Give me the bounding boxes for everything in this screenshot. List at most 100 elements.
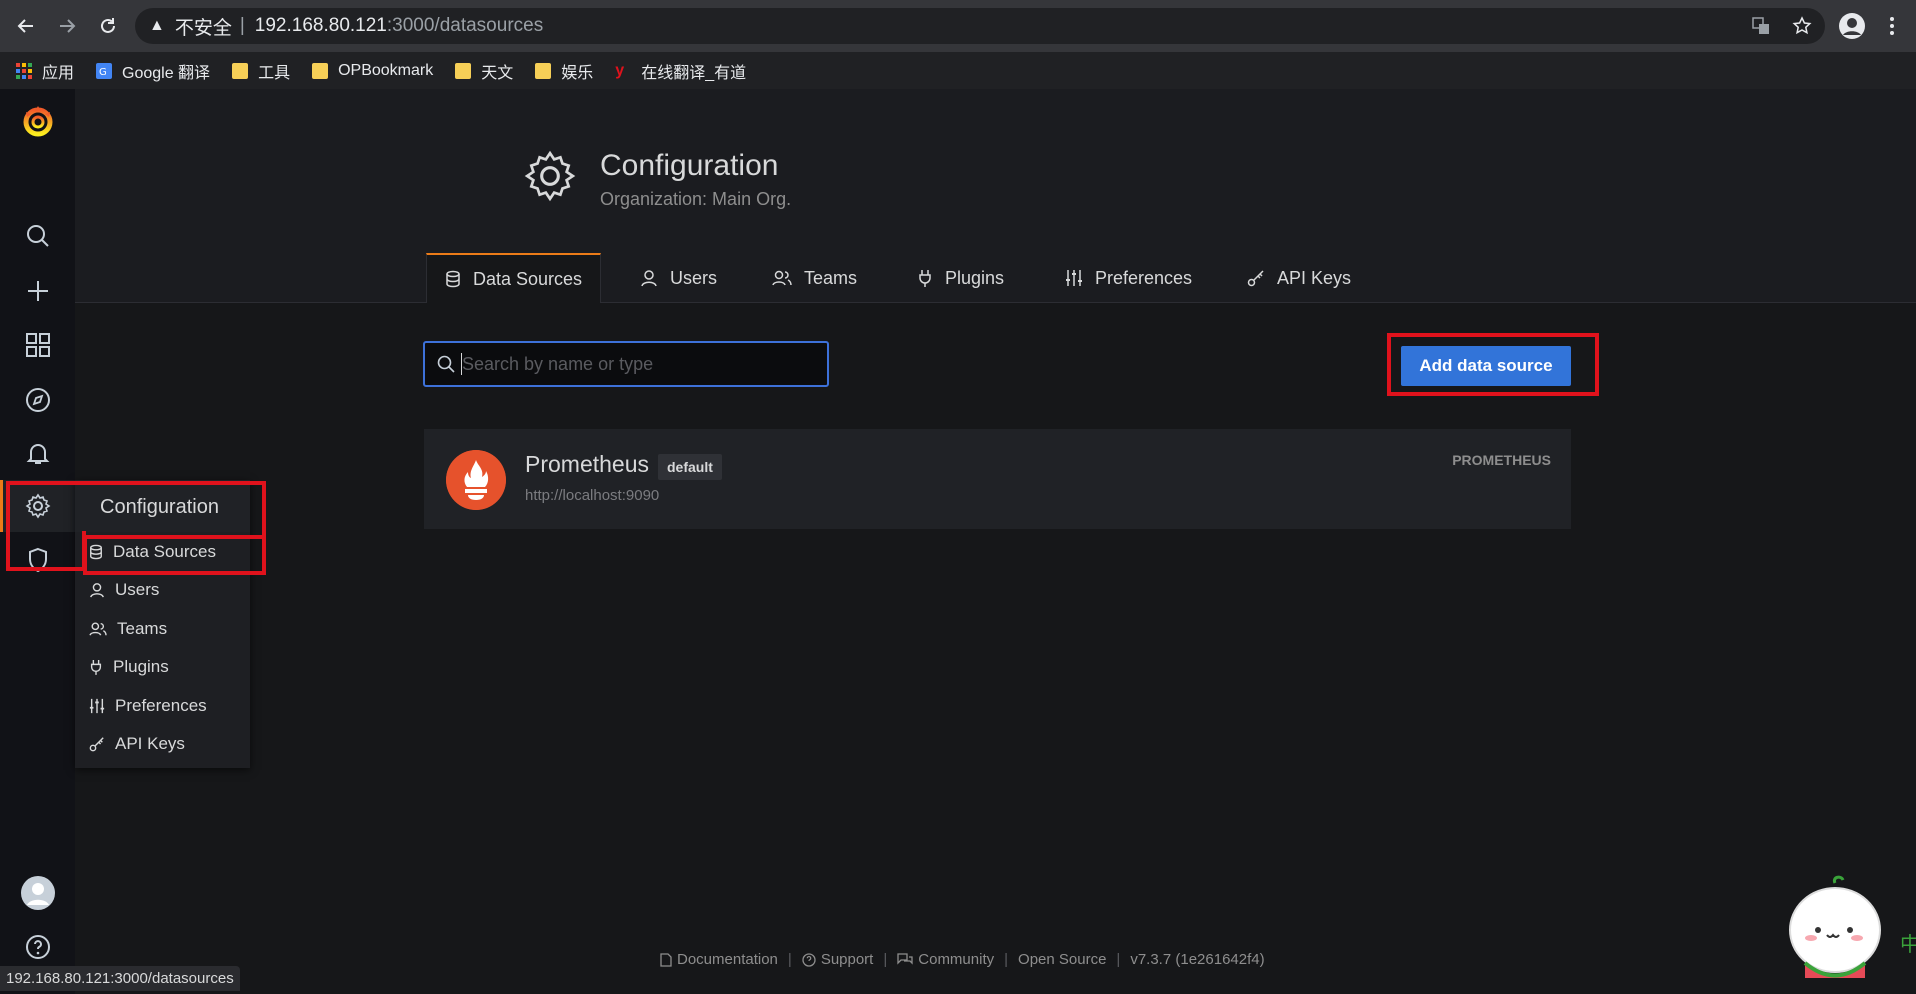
footer-open-source-link[interactable]: Open Source <box>1018 951 1106 968</box>
avatar-icon <box>21 876 55 910</box>
datasource-name: Prometheus <box>525 451 650 477</box>
bookmark-label: 应用 <box>42 64 75 82</box>
plus-icon <box>28 281 48 301</box>
menu-item-preferences[interactable]: Preferences <box>89 696 207 716</box>
key-icon <box>89 737 104 752</box>
account-circle-icon <box>1839 13 1865 39</box>
users-icon <box>89 622 107 636</box>
url-host: 192.168.80.121 <box>254 15 387 36</box>
bell-icon <box>26 444 50 464</box>
nav-create[interactable] <box>18 271 58 311</box>
highlight-box-add-button <box>1387 333 1599 396</box>
grafana-logo-icon <box>23 106 53 137</box>
bookmark-apps[interactable]: 应用 <box>16 59 74 83</box>
menu-item-label: Teams <box>117 619 168 638</box>
browser-menu-button[interactable] <box>1876 10 1908 42</box>
grafana-logo-button[interactable] <box>18 101 58 141</box>
footer-support-link[interactable]: Support <box>802 951 874 968</box>
bookmark-youdao[interactable]: y 在线翻译_有道 <box>615 59 746 83</box>
comments-icon <box>897 952 913 965</box>
datasource-url: http://localhost:9090 <box>525 487 660 504</box>
bookmark-folder-opbookmark[interactable]: OPBookmark <box>312 62 433 80</box>
footer-label: v7.3.7 (1e261642f4) <box>1130 951 1265 968</box>
tab-preferences[interactable]: Preferences <box>1065 253 1192 303</box>
tab-plugins[interactable]: Plugins <box>917 253 1004 303</box>
menu-item-label: Users <box>115 580 160 599</box>
bookmark-folder-astronomy[interactable]: 天文 <box>455 59 513 83</box>
question-circle-icon <box>26 935 50 959</box>
search-input[interactable]: Search by name or type <box>423 341 829 387</box>
footer-separator: | <box>787 951 792 968</box>
gear-icon <box>524 150 576 202</box>
datasource-card-prometheus[interactable]: Prometheus default http://localhost:9090… <box>424 429 1571 529</box>
back-button[interactable] <box>10 10 42 42</box>
user-icon <box>90 583 104 598</box>
tab-api-keys[interactable]: API Keys <box>1247 253 1351 303</box>
menu-item-plugins[interactable]: Plugins <box>89 657 169 677</box>
reload-button[interactable] <box>92 10 124 42</box>
star-icon <box>1792 16 1812 35</box>
tab-label: API Keys <box>1277 267 1352 288</box>
nav-active-indicator <box>0 480 3 532</box>
tab-data-sources[interactable]: Data Sources <box>426 253 602 303</box>
tab-label: Data Sources <box>473 268 583 289</box>
svg-text:G: G <box>99 67 107 78</box>
bookmark-folder-entertainment[interactable]: 娱乐 <box>535 59 593 83</box>
menu-item-api-keys[interactable]: API Keys <box>89 734 185 754</box>
footer-label: Community <box>918 951 995 968</box>
footer-version: v7.3.7 (1e261642f4) <box>1130 951 1264 968</box>
menu-item-teams[interactable]: Teams <box>89 619 167 639</box>
nav-help[interactable] <box>18 927 58 967</box>
compass-icon <box>26 388 50 412</box>
question-circle-icon <box>802 952 816 967</box>
folder-icon <box>232 62 249 79</box>
bookmark-google-translate[interactable]: G Google 翻译 <box>96 59 210 83</box>
user-icon <box>641 270 657 287</box>
url-bar[interactable]: ▲ 不安全 | 192.168.80.121:3000/datasources <box>135 8 1825 44</box>
bookmark-label: 在线翻译_有道 <box>641 64 747 82</box>
sliders-icon <box>89 698 105 714</box>
footer-label: Support <box>820 951 874 968</box>
browser-chrome: ▲ 不安全 | 192.168.80.121:3000/datasources … <box>0 0 1916 89</box>
forward-button[interactable] <box>51 10 83 42</box>
footer-separator: | <box>1004 951 1009 968</box>
page-subtitle: Organization: Main Org. <box>600 189 792 209</box>
footer-separator: | <box>1116 951 1121 968</box>
folder-icon <box>535 62 552 79</box>
nav-dashboards[interactable] <box>18 325 58 365</box>
bookmark-label: OPBookmark <box>338 61 434 79</box>
plug-icon <box>919 270 931 287</box>
nav-search[interactable] <box>18 216 58 256</box>
tab-label: Teams <box>804 267 858 288</box>
bookmark-star-button[interactable] <box>1786 10 1818 42</box>
profile-button[interactable] <box>1836 10 1868 42</box>
browser-status-url: 192.168.80.121:3000/datasources <box>0 966 240 991</box>
datasource-type: PROMETHEUS <box>1452 452 1551 468</box>
nav-profile[interactable] <box>18 873 58 913</box>
insecure-label: 不安全 <box>174 17 232 39</box>
nav-explore[interactable] <box>18 380 58 420</box>
translate-icon <box>1752 17 1769 34</box>
search-icon <box>27 225 49 247</box>
page-title: Configuration <box>600 149 779 182</box>
document-icon <box>660 952 672 967</box>
footer-separator: | <box>883 951 888 968</box>
bookmark-label: Google 翻译 <box>122 64 211 82</box>
menu-item-users[interactable]: Users <box>89 580 159 600</box>
footer-documentation-link[interactable]: Documentation <box>660 951 778 968</box>
tab-label: Plugins <box>945 267 1005 288</box>
bookmark-folder-tools[interactable]: 工具 <box>232 59 290 83</box>
tab-teams[interactable]: Teams <box>772 253 857 303</box>
tab-users[interactable]: Users <box>640 253 717 303</box>
footer: Documentation | Support | Community | Op… <box>660 951 1265 968</box>
bookmark-label: 天文 <box>481 64 514 82</box>
translate-page-button[interactable] <box>1745 10 1777 42</box>
search-placeholder: Search by name or type <box>462 353 654 374</box>
apps-grid-icon <box>16 62 32 79</box>
menu-item-label: Plugins <box>113 657 169 676</box>
arrow-left-icon <box>17 19 33 33</box>
plug-icon <box>90 660 102 675</box>
nav-alerting[interactable] <box>18 434 58 474</box>
highlight-box-configuration-lower <box>6 531 86 571</box>
footer-community-link[interactable]: Community <box>897 951 994 968</box>
